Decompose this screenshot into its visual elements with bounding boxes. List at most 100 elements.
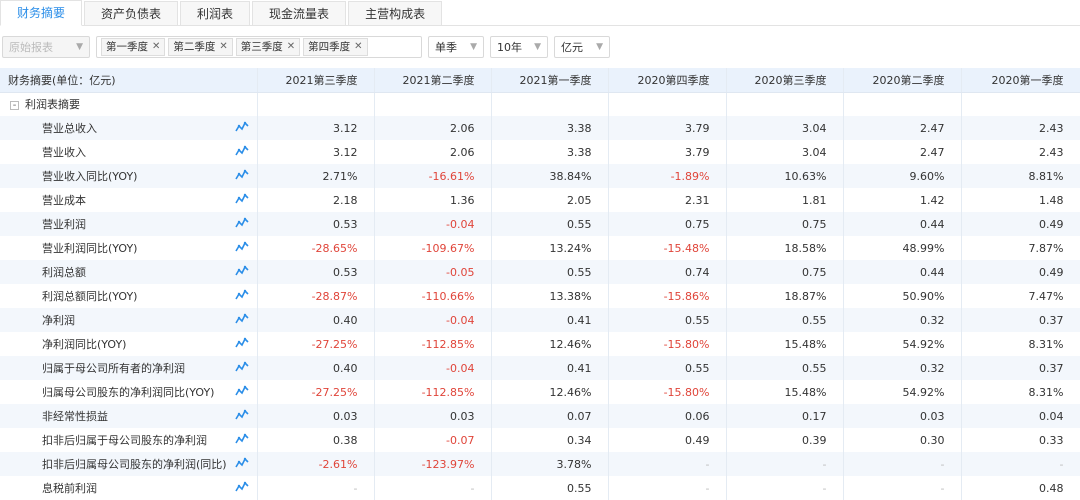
tab-cash-flow[interactable]: 现金流量表	[252, 1, 347, 25]
data-cell: -	[843, 452, 962, 476]
column-header: 2020第一季度	[961, 68, 1080, 93]
data-cell: 0.37	[961, 308, 1080, 332]
data-cell: 48.99%	[843, 236, 962, 260]
data-cell: -	[726, 476, 844, 500]
row-label-cell: 利润总额	[0, 260, 258, 284]
data-cell: 0.44	[843, 260, 962, 284]
trend-chart-icon[interactable]	[234, 193, 249, 208]
empty-cell	[257, 92, 375, 116]
trend-chart-icon[interactable]	[234, 121, 249, 136]
trend-chart-icon[interactable]	[234, 457, 249, 472]
data-cell: 2.47	[843, 140, 962, 164]
data-cell: -15.80%	[608, 332, 727, 356]
data-cell: 0.55	[608, 356, 727, 380]
tab-income-statement[interactable]: 利润表	[180, 1, 251, 25]
tab-financial-summary[interactable]: 财务摘要	[0, 0, 83, 26]
empty-cell	[961, 92, 1080, 116]
trend-chart-icon[interactable]	[234, 313, 249, 328]
data-cell: 0.75	[608, 212, 727, 236]
trend-chart-icon[interactable]	[234, 289, 249, 304]
collapse-toggle[interactable]: -	[10, 100, 19, 110]
data-cell: -112.85%	[374, 380, 492, 404]
column-header: 2021第三季度	[257, 68, 375, 93]
report-type-value: 原始报表	[9, 41, 53, 54]
data-cell: -	[726, 452, 844, 476]
trend-chart-icon[interactable]	[234, 481, 249, 496]
trend-chart-icon[interactable]	[234, 361, 249, 376]
trend-chart-icon[interactable]	[234, 433, 249, 448]
chevron-down-icon: ▼	[470, 42, 477, 52]
chevron-down-icon: ▼	[76, 42, 83, 52]
data-cell: -2.61%	[257, 452, 375, 476]
row-label-cell: 归属母公司股东的净利润同比(YOY)	[0, 380, 258, 404]
data-cell: 0.55	[608, 308, 727, 332]
data-cell: 18.58%	[726, 236, 844, 260]
data-cell: 0.03	[374, 404, 492, 428]
data-cell: 10.63%	[726, 164, 844, 188]
trend-chart-icon[interactable]	[234, 385, 249, 400]
quarter-multi-select[interactable]: 第一季度 ✕ 第二季度 ✕ 第三季度 ✕ 第四季度 ✕	[96, 36, 422, 58]
trend-chart-icon[interactable]	[234, 145, 249, 160]
data-cell: -	[374, 476, 492, 500]
close-icon[interactable]: ✕	[152, 39, 160, 55]
row-label-cell: 营业收入	[0, 140, 258, 164]
data-cell: -123.97%	[374, 452, 492, 476]
table-row: 非经常性损益 0.03 0.03 0.07 0.06 0.17 0.03 0.04	[0, 404, 1080, 428]
data-cell: 0.39	[726, 428, 844, 452]
data-cell: 54.92%	[843, 380, 962, 404]
years-value: 10年	[497, 41, 522, 54]
tab-main-business[interactable]: 主营构成表	[348, 1, 443, 25]
data-cell: 0.75	[726, 260, 844, 284]
data-cell: -0.07	[374, 428, 492, 452]
trend-chart-icon[interactable]	[234, 265, 249, 280]
years-select[interactable]: 10年 ▼	[490, 36, 548, 58]
empty-cell	[843, 92, 962, 116]
data-cell: 0.49	[961, 212, 1080, 236]
row-label: 扣非后归属母公司股东的净利润(同比)	[42, 458, 227, 471]
data-cell: 0.55	[726, 356, 844, 380]
data-cell: -27.25%	[257, 332, 375, 356]
data-cell: -	[257, 476, 375, 500]
data-cell: 8.31%	[961, 332, 1080, 356]
data-cell: -28.65%	[257, 236, 375, 260]
trend-chart-icon[interactable]	[234, 169, 249, 184]
close-icon[interactable]: ✕	[354, 39, 362, 55]
data-cell: 3.12	[257, 116, 375, 140]
trend-chart-icon[interactable]	[234, 409, 249, 424]
trend-chart-icon[interactable]	[234, 337, 249, 352]
table-row: 扣非后归属于母公司股东的净利润 0.38 -0.07 0.34 0.49 0.39 0.30…	[0, 428, 1080, 452]
tab-balance-sheet[interactable]: 资产负债表	[84, 1, 179, 25]
row-label: 营业利润同比(YOY)	[42, 242, 138, 255]
trend-chart-icon[interactable]	[234, 241, 249, 256]
trend-chart-icon[interactable]	[234, 217, 249, 232]
data-cell: 8.31%	[961, 380, 1080, 404]
report-type-select[interactable]: 原始报表 ▼	[2, 36, 90, 58]
row-label: 利润总额同比(YOY)	[42, 290, 138, 303]
data-cell: 0.53	[257, 260, 375, 284]
row-label: 扣非后归属于母公司股东的净利润	[42, 434, 207, 447]
unit-select[interactable]: 亿元 ▼	[554, 36, 610, 58]
table-row: 归属母公司股东的净利润同比(YOY) -27.25% -112.85% 12.46% -…	[0, 380, 1080, 404]
data-cell: 12.46%	[491, 380, 609, 404]
column-header: 2021第一季度	[491, 68, 609, 93]
period-select[interactable]: 单季 ▼	[428, 36, 484, 58]
row-label-cell: 营业利润	[0, 212, 258, 236]
row-label-cell: 归属于母公司所有者的净利润	[0, 356, 258, 380]
row-label: 营业成本	[42, 194, 86, 207]
data-cell: 15.48%	[726, 380, 844, 404]
empty-cell	[608, 92, 727, 116]
row-label: 营业总收入	[42, 122, 97, 135]
row-label-cell: 非经常性损益	[0, 404, 258, 428]
close-icon[interactable]: ✕	[219, 39, 227, 55]
row-label-cell: 扣非后归属于母公司股东的净利润	[0, 428, 258, 452]
data-cell: 0.33	[961, 428, 1080, 452]
period-value: 单季	[435, 41, 457, 54]
data-cell: 0.55	[491, 260, 609, 284]
data-cell: -109.67%	[374, 236, 492, 260]
data-cell: 0.32	[843, 356, 962, 380]
group-row-income-summary: - 利润表摘要	[0, 92, 1080, 116]
table-row: 营业成本 2.18 1.36 2.05 2.31 1.81 1.42 1.48	[0, 188, 1080, 212]
close-icon[interactable]: ✕	[287, 39, 295, 55]
data-cell: 2.18	[257, 188, 375, 212]
data-cell: 0.34	[491, 428, 609, 452]
